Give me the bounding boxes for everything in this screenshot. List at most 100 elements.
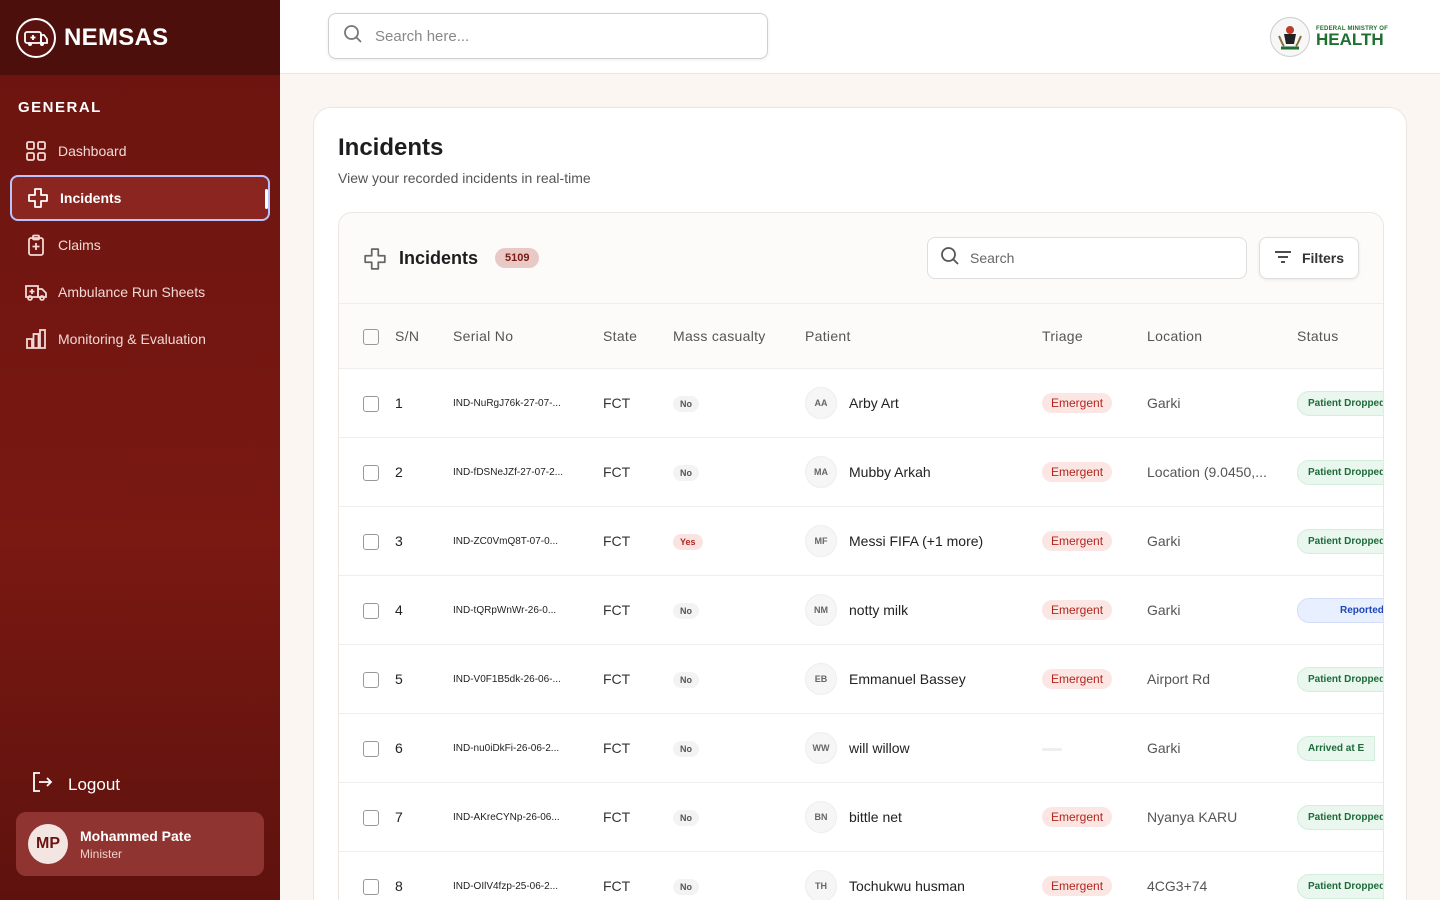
- mass-casualty-badge: No: [673, 810, 699, 826]
- sn-cell: 6: [395, 740, 403, 756]
- sidebar-item-incidents[interactable]: Incidents: [10, 175, 270, 221]
- mass-casualty-cell: No: [673, 438, 805, 507]
- topbar: FEDERAL MINISTRY OF HEALTH: [280, 0, 1440, 74]
- page-subtitle: View your recorded incidents in real-tim…: [338, 170, 591, 186]
- table-row[interactable]: 8 IND-OIlV4fzp-25-06-2... FCT No TH Tochu…: [339, 852, 1383, 900]
- select-all-checkbox[interactable]: [363, 328, 379, 345]
- patient-cell: TH Tochukwu husman: [805, 852, 1042, 900]
- row-checkbox[interactable]: [363, 809, 379, 826]
- sn-cell: 7: [395, 809, 403, 825]
- row-checkbox[interactable]: [363, 740, 379, 757]
- filters-button[interactable]: Filters: [1259, 237, 1359, 279]
- triage-badge: Emergent: [1042, 462, 1113, 482]
- sidebar-item-ambulance-run-sheets[interactable]: Ambulance Run Sheets: [10, 269, 270, 315]
- status-cell: Patient Dropped: [1297, 438, 1383, 507]
- logout-icon: [30, 770, 54, 799]
- clipboard-plus-icon: [24, 233, 48, 257]
- serial-no-cell[interactable]: IND-OIlV4fzp-25-06-2...: [453, 852, 603, 900]
- section-label-general: GENERAL: [18, 99, 102, 116]
- column-header-patient: Patient: [805, 303, 1042, 369]
- table-search[interactable]: [927, 237, 1247, 279]
- table-row[interactable]: 2 IND-fDSNeJZf-27-07-2... FCT No MA Mubby…: [339, 438, 1383, 507]
- global-search-input[interactable]: [375, 27, 735, 45]
- sidebar: NEMSAS GENERAL Dashboard Incidents Claim…: [0, 0, 280, 900]
- status-cell: Patient Dropped: [1297, 783, 1383, 852]
- coat-of-arms-icon: [1269, 17, 1310, 57]
- sidebar-item-claims[interactable]: Claims: [10, 222, 270, 268]
- status-cell: Patient Dropped: [1297, 369, 1383, 438]
- patient[interactable]: NM notty milk: [805, 594, 1042, 626]
- user-name: Mohammed Pate: [80, 827, 192, 844]
- brand-name: NEMSAS: [64, 23, 169, 51]
- table-header-row: S/N Serial No State Mass casualty Patien…: [339, 303, 1383, 369]
- patient[interactable]: EB Emmanuel Bassey: [805, 663, 1042, 695]
- patient-name: will willow: [849, 740, 910, 756]
- patient-cell: NM notty milk: [805, 576, 1042, 645]
- sn-cell: 8: [395, 878, 403, 894]
- user-card[interactable]: MP Mohammed Pate Minister: [16, 812, 264, 876]
- table-row[interactable]: 3 IND-ZC0VmQ8T-07-0... FCT Yes MF Messi F…: [339, 507, 1383, 576]
- status-cell: Reported: [1297, 576, 1383, 645]
- row-checkbox[interactable]: [363, 878, 379, 895]
- patient[interactable]: MF Messi FIFA (+1 more): [805, 525, 1042, 557]
- state-cell: FCT: [603, 395, 631, 411]
- sidebar-item-monitoring-evaluation[interactable]: Monitoring & Evaluation: [10, 316, 270, 362]
- incidents-table-card: Incidents 5109 Filters: [338, 212, 1384, 900]
- serial-no-cell[interactable]: IND-tQRpWnWr-26-0...: [453, 576, 603, 645]
- table-title: Incidents: [399, 248, 479, 268]
- table-row[interactable]: 4 IND-tQRpWnWr-26-0... FCT No NM notty mi…: [339, 576, 1383, 645]
- table-row[interactable]: 5 IND-V0F1B5dk-26-06-... FCT No EB Emmanu…: [339, 645, 1383, 714]
- mass-casualty-cell: Yes: [673, 507, 805, 576]
- serial-no-cell[interactable]: IND-fDSNeJZf-27-07-2...: [453, 438, 603, 507]
- status-badge: Patient Dropped: [1297, 528, 1383, 554]
- patient[interactable]: BN bittle net: [805, 801, 1042, 833]
- state-cell: FCT: [603, 671, 631, 687]
- patient-cell: BN bittle net: [805, 783, 1042, 852]
- serial-no-cell[interactable]: IND-nu0iDkFi-26-06-2...: [453, 714, 603, 783]
- sidebar-item-dashboard[interactable]: Dashboard: [10, 128, 270, 174]
- serial-no-cell[interactable]: IND-AKreCYNp-26-06...: [453, 783, 603, 852]
- triage-badge: Emergent: [1042, 807, 1113, 827]
- mass-casualty-badge: No: [673, 741, 699, 757]
- patient[interactable]: WW will willow: [805, 732, 1042, 764]
- patient-avatar: AA: [805, 387, 837, 419]
- sidebar-item-label: Ambulance Run Sheets: [58, 284, 206, 300]
- mass-casualty-cell: No: [673, 645, 805, 714]
- patient-name: Tochukwu husman: [849, 878, 965, 894]
- column-header-mass-casualty: Mass casualty: [673, 303, 805, 369]
- table-row[interactable]: 1 IND-NuRgJ76k-27-07-... FCT No AA Arby A…: [339, 369, 1383, 438]
- patient-name: bittle net: [849, 809, 902, 825]
- mass-casualty-cell: No: [673, 783, 805, 852]
- patient[interactable]: MA Mubby Arkah: [805, 456, 1042, 488]
- row-select-cell: [339, 783, 395, 852]
- brand[interactable]: NEMSAS: [0, 0, 280, 75]
- row-checkbox[interactable]: [363, 395, 379, 412]
- location-cell: Airport Rd: [1147, 671, 1211, 687]
- serial-no-cell[interactable]: IND-ZC0VmQ8T-07-0...: [453, 507, 603, 576]
- row-checkbox[interactable]: [363, 671, 379, 688]
- serial-no-cell[interactable]: IND-V0F1B5dk-26-06-...: [453, 645, 603, 714]
- ambulance-icon: [24, 280, 48, 304]
- row-select-cell: [339, 714, 395, 783]
- mass-casualty-badge: No: [673, 672, 699, 688]
- table-row[interactable]: 6 IND-nu0iDkFi-26-06-2... FCT No WW will …: [339, 714, 1383, 783]
- global-search[interactable]: [328, 13, 768, 59]
- row-checkbox[interactable]: [363, 464, 379, 481]
- table-search-input[interactable]: [970, 250, 1230, 266]
- triage-cell: Emergent: [1042, 576, 1147, 645]
- patient-name: notty milk: [849, 602, 909, 618]
- patient[interactable]: TH Tochukwu husman: [805, 870, 1042, 900]
- status-cell: Patient Dropped: [1297, 852, 1383, 900]
- table-header-bar: Incidents 5109 Filters: [339, 213, 1383, 303]
- serial-no-cell[interactable]: IND-NuRgJ76k-27-07-...: [453, 369, 603, 438]
- patient[interactable]: AA Arby Art: [805, 387, 1042, 419]
- mass-casualty-badge: No: [673, 465, 699, 481]
- logout-button[interactable]: Logout: [30, 770, 120, 799]
- table-row[interactable]: 7 IND-AKreCYNp-26-06... FCT No BN bittle …: [339, 783, 1383, 852]
- ministry-name-big: HEALTH: [1315, 30, 1384, 49]
- status-cell: Patient Dropped: [1297, 507, 1383, 576]
- row-checkbox[interactable]: [363, 602, 379, 619]
- patient-name: Mubby Arkah: [849, 464, 931, 480]
- row-checkbox[interactable]: [363, 533, 379, 550]
- sn-cell: 4: [395, 602, 403, 618]
